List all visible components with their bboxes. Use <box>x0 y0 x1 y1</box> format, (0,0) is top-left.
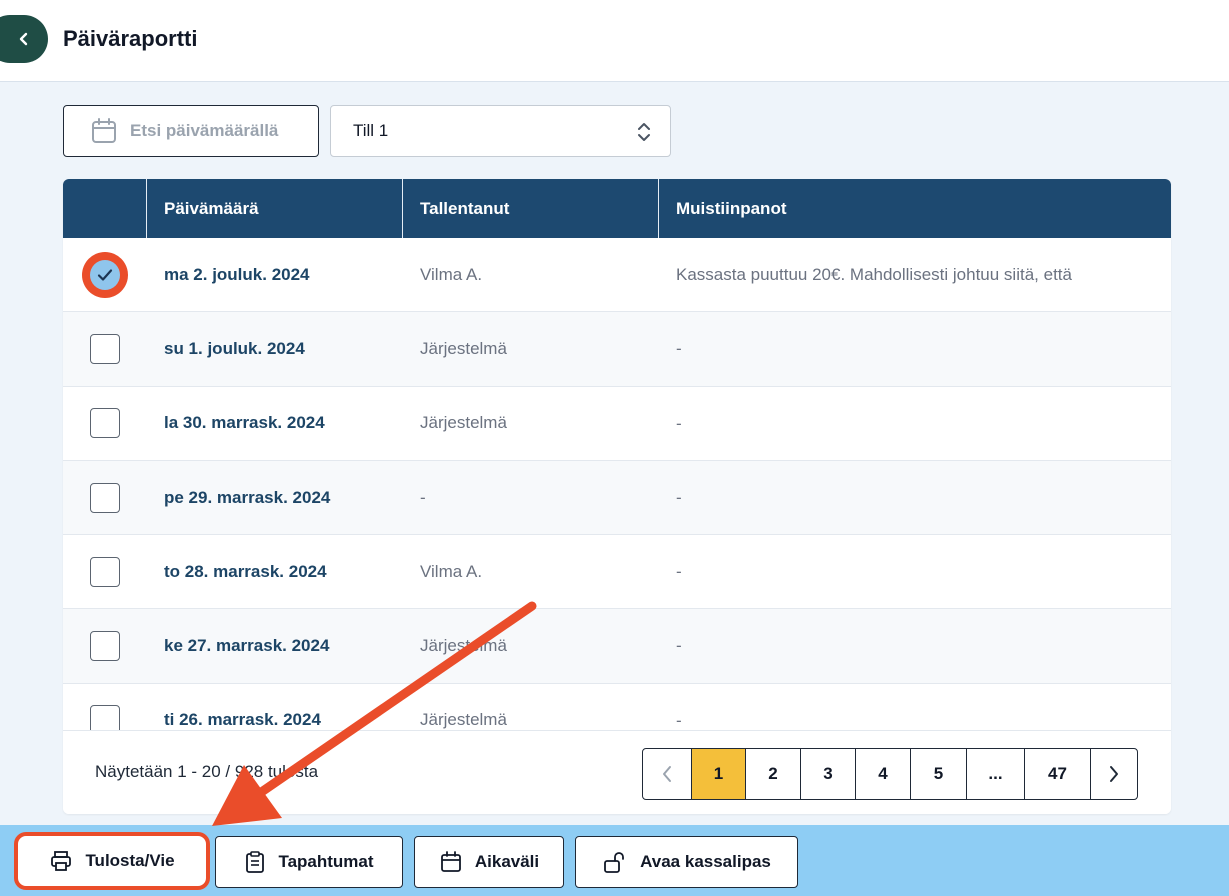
row-checkbox[interactable] <box>90 705 120 730</box>
chevron-right-icon <box>1110 766 1118 782</box>
check-icon <box>97 269 113 281</box>
page-button-2[interactable]: 2 <box>746 749 801 799</box>
row-date[interactable]: to 28. marrask. 2024 <box>147 535 403 608</box>
bottom-action-bar: Tulosta/Vie Tapahtumat Aikaväli Avaa kas… <box>0 825 1229 896</box>
print-export-label: Tulosta/Vie <box>85 851 175 870</box>
row-saved-by: Vilma A. <box>420 561 483 581</box>
column-header-notes[interactable]: Muistiinpanot <box>659 179 1171 238</box>
unlock-icon <box>604 852 625 873</box>
row-checkbox[interactable] <box>90 631 120 662</box>
row-checkbox[interactable] <box>90 333 120 364</box>
table-header: Päivämäärä Tallentanut Muistiinpanot <box>63 179 1171 238</box>
row-saved-by: Vilma A. <box>420 264 483 284</box>
till-select[interactable]: Till 1 <box>330 105 671 157</box>
table-row[interactable]: su 1. jouluk. 2024 Järjestelmä - <box>63 312 1171 387</box>
events-label: Tapahtumat <box>278 852 374 871</box>
page-button-last[interactable]: 47 <box>1025 749 1091 799</box>
row-notes: Kassasta puuttuu 20€. Mahdollisesti joht… <box>676 265 1072 284</box>
row-date[interactable]: ke 27. marrask. 2024 <box>147 609 403 682</box>
table-footer: Näytetään 1 - 20 / 928 tulosta 1 2 3 4 5… <box>63 730 1171 814</box>
row-date[interactable]: ma 2. jouluk. 2024 <box>147 238 403 311</box>
chevron-left-icon <box>663 766 671 782</box>
till-select-value: Till 1 <box>353 121 389 140</box>
events-button[interactable]: Tapahtumat <box>215 836 403 888</box>
select-column-header <box>63 179 147 238</box>
printer-icon <box>51 851 72 871</box>
table-row[interactable]: ma 2. jouluk. 2024 Vilma A. Kassasta puu… <box>63 238 1171 313</box>
row-saved-by: Järjestelmä <box>420 338 507 358</box>
row-notes: - <box>676 562 682 582</box>
page-button-5[interactable]: 5 <box>911 749 967 799</box>
row-date[interactable]: la 30. marrask. 2024 <box>147 387 403 460</box>
print-export-button[interactable]: Tulosta/Vie <box>14 832 210 890</box>
time-range-button[interactable]: Aikaväli <box>414 836 564 888</box>
page-button-3[interactable]: 3 <box>801 749 856 799</box>
row-date[interactable]: ti 26. marrask. 2024 <box>147 684 403 730</box>
chevron-left-icon <box>19 32 28 46</box>
pagination: 1 2 3 4 5 ... 47 <box>642 748 1138 800</box>
back-button[interactable] <box>0 15 48 63</box>
page-button-1[interactable]: 1 <box>692 749 746 799</box>
row-checkbox[interactable] <box>90 482 120 513</box>
results-summary: Näytetään 1 - 20 / 928 tulosta <box>95 762 319 781</box>
chevron-up-down-icon <box>638 123 650 141</box>
row-notes: - <box>676 636 682 656</box>
page-title: Päiväraportti <box>63 26 198 51</box>
top-bar: Päiväraportti <box>0 0 1229 82</box>
row-checkbox-checked[interactable] <box>82 251 128 298</box>
open-cash-drawer-button[interactable]: Avaa kassalipas <box>575 836 798 888</box>
column-header-date[interactable]: Päivämäärä <box>147 179 403 238</box>
report-table-card: Päivämäärä Tallentanut Muistiinpanot ma … <box>63 179 1171 814</box>
open-cash-drawer-label: Avaa kassalipas <box>640 852 771 871</box>
table-row[interactable]: to 28. marrask. 2024 Vilma A. - <box>63 535 1171 610</box>
time-range-label: Aikaväli <box>474 852 540 871</box>
row-date[interactable]: pe 29. marrask. 2024 <box>147 461 403 534</box>
table-body[interactable]: ma 2. jouluk. 2024 Vilma A. Kassasta puu… <box>63 238 1171 730</box>
row-checkbox[interactable] <box>90 556 120 587</box>
clipboard-icon <box>246 851 265 873</box>
calendar-icon <box>92 118 116 143</box>
row-checkbox[interactable] <box>90 408 120 439</box>
row-saved-by: Järjestelmä <box>420 710 507 730</box>
table-row[interactable]: ke 27. marrask. 2024 Järjestelmä - <box>63 609 1171 684</box>
date-search-label: Etsi päivämäärällä <box>130 121 279 140</box>
row-notes: - <box>676 487 682 507</box>
table-row[interactable]: ti 26. marrask. 2024 Järjestelmä - <box>63 683 1171 730</box>
row-saved-by: Järjestelmä <box>420 636 507 656</box>
row-notes: - <box>676 339 682 359</box>
table-row[interactable]: la 30. marrask. 2024 Järjestelmä - <box>63 386 1171 461</box>
row-saved-by: Järjestelmä <box>420 413 507 433</box>
prev-page-button[interactable] <box>643 749 692 799</box>
date-search-button[interactable]: Etsi päivämäärällä <box>63 105 319 157</box>
page-button-4[interactable]: 4 <box>856 749 911 799</box>
row-notes: - <box>676 413 682 433</box>
calendar-icon <box>440 851 461 872</box>
next-page-button[interactable] <box>1091 749 1137 799</box>
page-ellipsis: ... <box>967 749 1025 799</box>
column-header-saved-by[interactable]: Tallentanut <box>403 179 659 238</box>
row-notes: - <box>676 710 682 730</box>
row-date[interactable]: su 1. jouluk. 2024 <box>147 312 403 385</box>
table-row[interactable]: pe 29. marrask. 2024 - - <box>63 460 1171 536</box>
row-saved-by: - <box>420 487 426 507</box>
